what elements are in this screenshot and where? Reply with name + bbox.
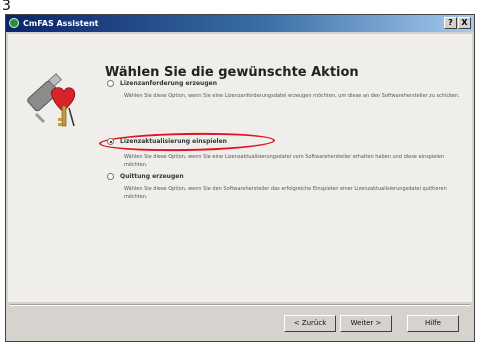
option-label[interactable]: Lizenzaktualisierung einspielen [120, 137, 227, 146]
option-label[interactable]: Lizenzanforderung erzeugen [120, 79, 217, 88]
usb-dongle-key-icon [27, 73, 76, 127]
help-button[interactable]: Hilfe [407, 315, 459, 332]
footer-separator [10, 304, 470, 306]
back-button[interactable]: < Zurück [284, 315, 336, 332]
assistant-dialog: CmFAS Assistent ? X Wählen Sie die gewün… [5, 14, 475, 342]
radio-lizenzanforderung[interactable] [107, 80, 114, 87]
page-heading: Wählen Sie die gewünschte Aktion [105, 65, 359, 80]
cmfas-app-icon [9, 18, 19, 28]
title-help-button[interactable]: ? [444, 17, 457, 29]
option-description: Wählen Sie diese Option, wenn Sie den So… [124, 186, 447, 200]
window-title: CmFAS Assistent [23, 19, 99, 28]
radio-lizenzaktualisierung[interactable] [107, 138, 114, 145]
radio-quittung[interactable] [107, 173, 114, 180]
next-button[interactable]: Weiter > [340, 315, 392, 332]
option-description: Wählen Sie diese Option, wenn Sie eine L… [124, 93, 460, 99]
close-button[interactable]: X [458, 17, 471, 29]
title-bar[interactable]: CmFAS Assistent ? X [6, 15, 474, 32]
option-label[interactable]: Quittung erzeugen [120, 172, 184, 181]
page-number: 3 [2, 0, 11, 14]
option-description: Wählen Sie diese Option, wenn Sie eine L… [124, 154, 444, 168]
